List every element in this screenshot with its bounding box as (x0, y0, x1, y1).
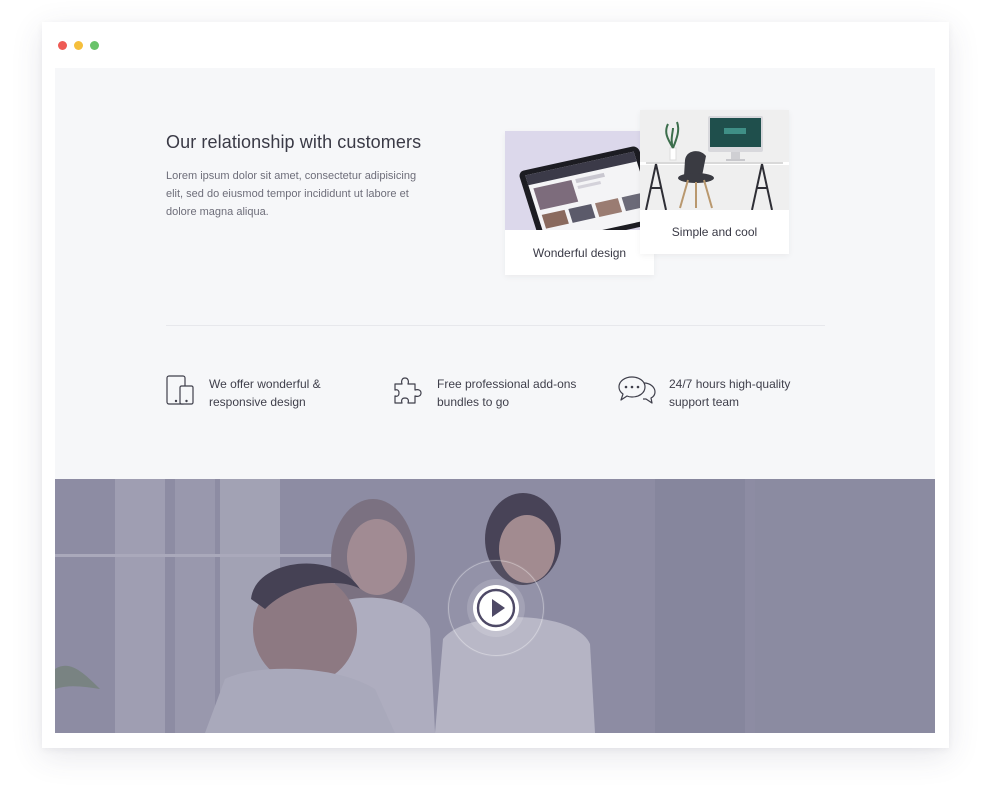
video-section[interactable] (55, 479, 935, 733)
feature-text-line: Free professional add-ons (437, 377, 577, 391)
window-controls (58, 41, 99, 50)
feature-text-line: 24/7 hours high-quality (669, 377, 791, 391)
play-icon (476, 588, 516, 628)
card-wonderful-design[interactable]: Wonderful design (505, 131, 654, 275)
devices-icon (166, 374, 198, 406)
page-viewport: Our relationship with customers Lorem ip… (55, 68, 935, 733)
browser-window: Our relationship with customers Lorem ip… (42, 22, 949, 748)
feature-support: 24/7 hours high-quality support team (618, 374, 790, 411)
feature-text-line: We offer wonderful & (209, 377, 321, 391)
minimize-dot[interactable] (74, 41, 83, 50)
play-button[interactable] (473, 585, 519, 631)
section-title: Our relationship with customers (166, 132, 422, 152)
section-description: Lorem ipsum dolor sit amet, consectetur … (166, 170, 417, 218)
feature-text-line: bundles to go (437, 395, 510, 409)
close-dot[interactable] (58, 41, 67, 50)
feature-text-line: responsive design (209, 395, 306, 409)
puzzle-icon (391, 374, 423, 406)
section-divider (166, 325, 825, 326)
tablet-mockup-image (505, 131, 654, 230)
card-label: Wonderful design (532, 246, 627, 260)
card-simple-and-cool[interactable]: Simple and cool (640, 110, 789, 254)
desk-image (640, 110, 789, 210)
chat-bubbles-icon (618, 374, 656, 406)
feature-add-ons: Free professional add-ons bundles to go (391, 374, 576, 411)
card-label: Simple and cool (671, 225, 758, 239)
feature-responsive-design: We offer wonderful & responsive design (166, 374, 321, 411)
maximize-dot[interactable] (90, 41, 99, 50)
feature-text-line: support team (669, 395, 740, 409)
